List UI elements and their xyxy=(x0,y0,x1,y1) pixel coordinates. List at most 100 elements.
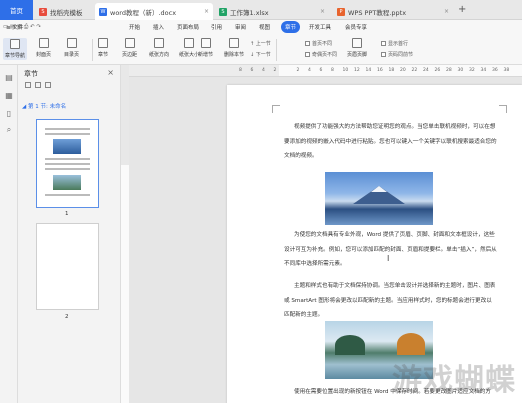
delete-section-button[interactable]: 删除本节 xyxy=(224,38,244,58)
tab-excel[interactable]: S 工作簿1.xlsx × xyxy=(215,3,329,20)
chapter-icon xyxy=(98,38,108,48)
margins-button[interactable]: 页边距 xyxy=(122,38,137,58)
menu-home[interactable]: 开始 xyxy=(129,23,140,31)
next-section-button[interactable]: ↓ 下一节 xyxy=(250,51,271,59)
tab-template[interactable]: S 找稻壳模板 xyxy=(35,3,92,20)
toc-page-button[interactable]: 目录页 xyxy=(64,38,79,58)
tab-home[interactable]: 首页 xyxy=(0,0,33,20)
margin-corner xyxy=(499,105,507,113)
checkbox-icon xyxy=(305,41,310,46)
divider xyxy=(276,39,277,61)
menu-review[interactable]: 审阅 xyxy=(235,23,246,31)
document-canvas: 8 6 4 2 2 4 6 8 10 12 14 16 18 20 22 24 26 28 30 32 34 36 38 视… xyxy=(129,65,522,403)
bookmark-icon[interactable]: ▯ xyxy=(4,109,14,119)
chapter-button[interactable]: 章节 xyxy=(98,38,108,58)
search-icon[interactable]: ⌕ xyxy=(4,125,14,135)
checkbox-icon xyxy=(305,52,310,57)
ruler-tick-label: 38 xyxy=(503,68,510,73)
page-thumbnail-1[interactable] xyxy=(36,119,99,208)
paragraph-3: 主题和样式也有助于文档保持协调。当您单击设计并选择新的主题时，图片、图表或 Sm… xyxy=(284,283,496,318)
ruler-tick-label: 16 xyxy=(377,68,383,73)
cover-icon xyxy=(38,38,49,48)
toc-icon xyxy=(66,38,77,48)
menu-file[interactable]: ≡ 文件 xyxy=(6,23,23,31)
prev-section-button[interactable]: ↑ 上一节 xyxy=(250,40,271,48)
watermark: 游戏蝴蝶 xyxy=(392,363,516,398)
close-icon[interactable]: × xyxy=(320,8,325,15)
ruler-tick-label: 2 xyxy=(273,68,277,73)
ruler-tick-label: 8 xyxy=(331,68,334,73)
page-thumbnail-2[interactable] xyxy=(36,223,99,310)
menu-insert[interactable]: 插入 xyxy=(153,23,164,31)
outline-icon[interactable]: ▤ xyxy=(4,73,14,83)
close-icon[interactable]: × xyxy=(204,8,209,15)
close-icon[interactable]: × xyxy=(107,68,114,77)
ribbon: 章节导航 封面页 目录页 章节 页边距 纸张方向 纸张大小 新增节 删除本节 ↑… xyxy=(0,35,522,65)
thumb-image xyxy=(53,175,81,190)
collapse-all-icon[interactable] xyxy=(35,82,41,88)
arrow-down-icon: ↓ xyxy=(250,51,255,58)
ruler-tick-label: 26 xyxy=(434,68,441,73)
show-first-line-checkbox[interactable]: 显示首行 xyxy=(381,40,408,47)
menu-references[interactable]: 引用 xyxy=(211,23,222,31)
cover-page-button[interactable]: 封面页 xyxy=(36,38,51,58)
page-num-same-checkbox[interactable]: 页码同前节 xyxy=(381,51,413,58)
header-footer-icon xyxy=(352,38,362,48)
first-page-diff-checkbox[interactable]: 首页不同 xyxy=(305,40,332,47)
page-number-1: 1 xyxy=(65,211,69,217)
ruler-tick-label: 2 xyxy=(296,68,300,73)
ruler-tick-label: 18 xyxy=(388,68,395,73)
tab-ppt[interactable]: P WPS PPT教程.pptx × xyxy=(333,3,453,20)
close-icon[interactable]: × xyxy=(444,8,449,15)
ruler-tick-label: 4 xyxy=(308,68,311,73)
chapter-nav-pane: 章节 × ◢ 第 1 节: 未命名 1 2 xyxy=(18,65,121,403)
nav-title: 章节 xyxy=(24,70,38,78)
header-footer-button[interactable]: 页眉页脚 xyxy=(347,38,367,58)
section-label: 第 1 节: 未命名 xyxy=(27,104,67,110)
menu-member[interactable]: 会员专享 xyxy=(345,23,367,31)
new-section-button[interactable]: 新增节 xyxy=(198,38,213,58)
template-icon: S xyxy=(39,7,47,16)
ruler-tick-label: 12 xyxy=(354,68,360,73)
ruler-tick-label: 6 xyxy=(250,68,254,73)
ruler-tick-label: 14 xyxy=(365,68,372,73)
arrow-up-icon: ↑ xyxy=(250,40,255,47)
menu-devtools[interactable]: 开发工具 xyxy=(309,23,331,31)
menu-chapter[interactable]: 章节 xyxy=(281,21,301,33)
paragraph-1: 视频提供了功能强大的方法帮助您证明您的观点。当您单击联机视频时，可以在想要添加的… xyxy=(284,124,497,159)
ruler-tick-label: 30 xyxy=(457,68,464,73)
ruler-tick-label: 36 xyxy=(492,68,498,73)
orientation-button[interactable]: 纸张方向 xyxy=(149,38,169,58)
paper-size-icon xyxy=(184,38,194,48)
margin-corner xyxy=(272,105,280,113)
tab-excel-label: 工作簿1.xlsx xyxy=(230,8,269,17)
horizontal-ruler: 8 6 4 2 2 4 6 8 10 12 14 16 18 20 22 24 26 28 30 32 34 36 38 xyxy=(129,65,522,77)
paper-size-button[interactable]: 纸张大小 xyxy=(179,38,199,58)
page-number-2: 2 xyxy=(65,314,69,320)
ruler-tick-label: 34 xyxy=(480,68,487,73)
mountain-image[interactable] xyxy=(325,172,433,225)
ruler-tick-label: 20 xyxy=(400,68,406,73)
ruler-tick-label: 4 xyxy=(262,68,265,73)
ppt-icon: P xyxy=(337,7,345,16)
chapter-nav-button[interactable]: 章节导航 xyxy=(3,38,28,60)
vertical-ruler xyxy=(121,65,129,403)
tab-template-label: 找稻壳模板 xyxy=(50,8,83,17)
excel-icon: S xyxy=(219,7,227,16)
menu-view[interactable]: 视图 xyxy=(259,23,270,31)
odd-even-diff-checkbox[interactable]: 奇偶页不同 xyxy=(305,51,337,58)
new-section-icon xyxy=(200,38,211,48)
divider xyxy=(92,39,93,61)
tab-ppt-label: WPS PPT教程.pptx xyxy=(348,8,407,17)
section-item[interactable]: ◢ 第 1 节: 未命名 xyxy=(22,102,66,110)
margins-icon xyxy=(124,38,135,48)
tab-word-doc[interactable]: W word教程（新）.docx × xyxy=(95,3,213,20)
expand-all-icon[interactable] xyxy=(25,82,31,88)
menu-layout[interactable]: 页面布局 xyxy=(177,23,199,31)
new-tab-button[interactable]: + xyxy=(458,4,466,15)
ruler-tick-label: 8 xyxy=(239,68,242,73)
ruler-tick-label: 24 xyxy=(423,68,429,73)
thumbnails-icon[interactable]: ▦ xyxy=(4,91,14,101)
ruler-tick-label: 32 xyxy=(469,68,475,73)
settings-icon[interactable] xyxy=(45,82,51,88)
